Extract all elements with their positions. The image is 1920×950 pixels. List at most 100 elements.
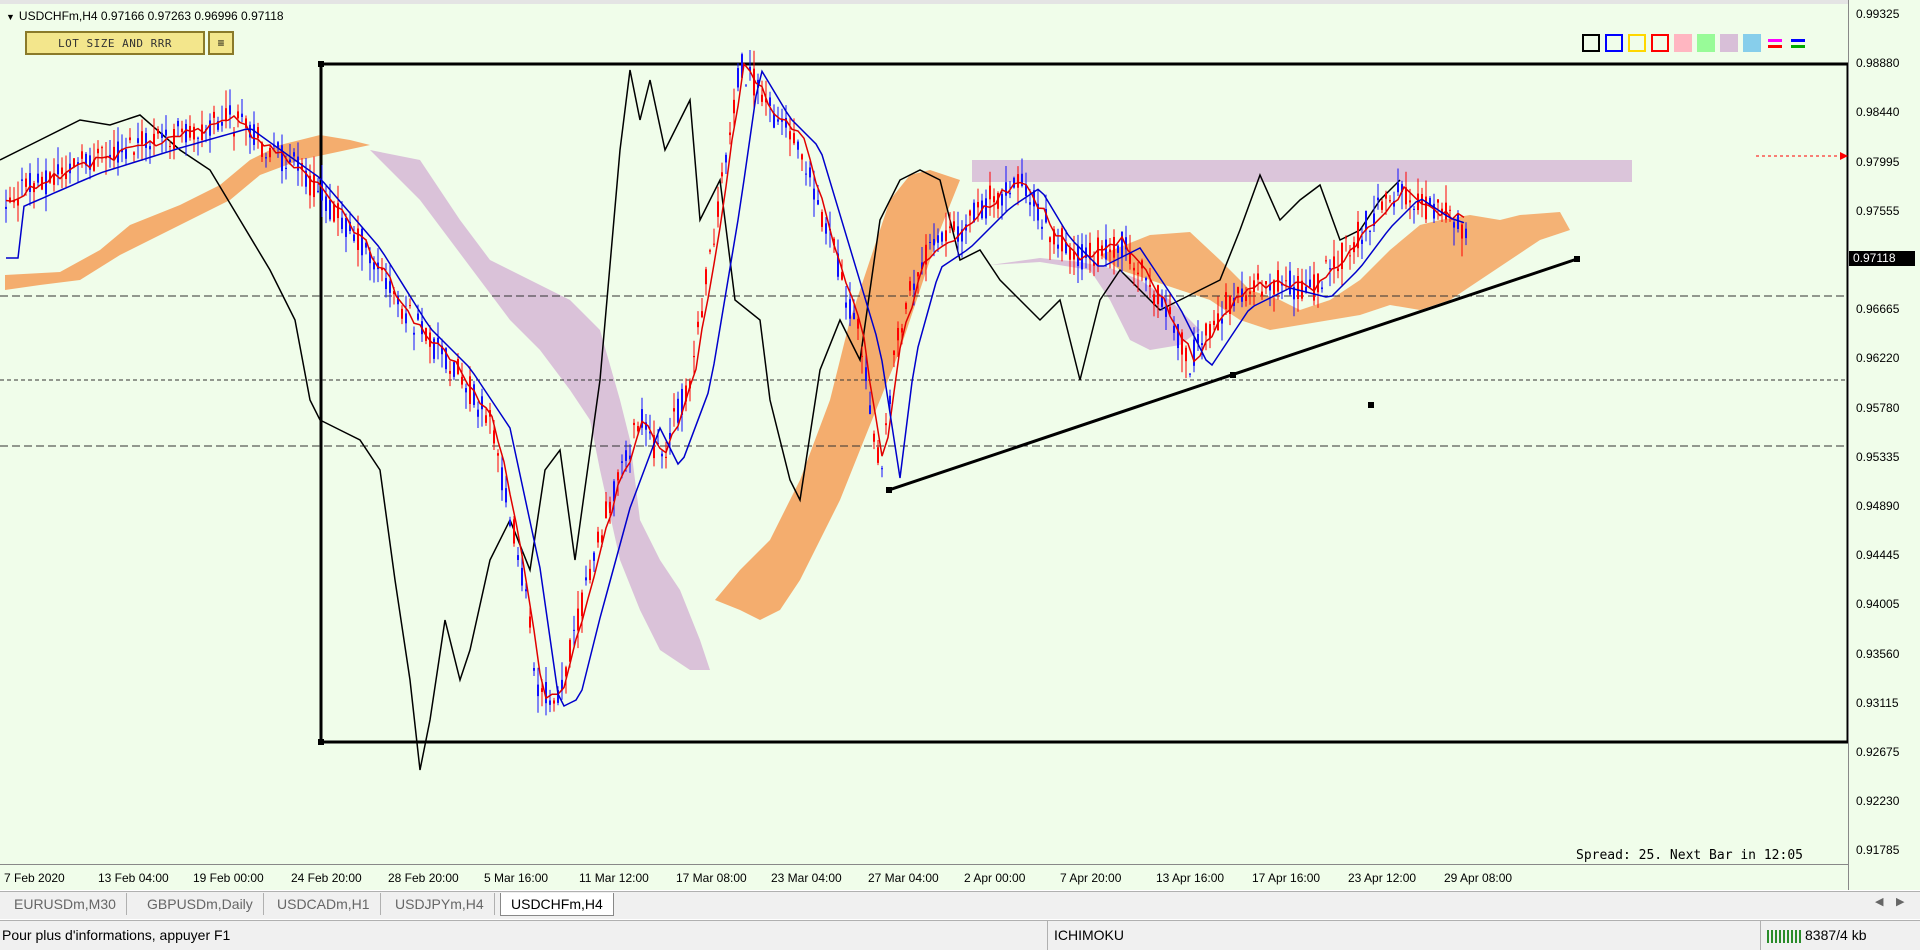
candle-body [885,423,887,426]
candle-body [413,332,415,335]
candle-body [1185,347,1187,362]
time-tick: 23 Mar 04:00 [771,871,842,885]
candle-body [357,228,359,250]
magenta-line-swatch[interactable] [1766,34,1784,52]
candle-body [1029,202,1031,205]
chart-tab[interactable]: USDJPYm,H4 [385,893,495,915]
candle-body [325,196,327,211]
chart-tab[interactable]: USDCADm,H1 [267,893,381,915]
candle-body [869,405,871,415]
candle-body [865,367,867,381]
candle-body [1409,200,1411,203]
candle-body [1149,284,1151,287]
price-tick: 0.97555 [1856,203,1900,218]
settings-icon[interactable]: ≡ [208,31,234,55]
price-tick: 0.95335 [1856,449,1900,464]
candle-body [937,235,939,243]
candle-body [333,204,335,222]
price-chart[interactable] [0,0,1848,864]
object-palette [1582,34,1807,52]
candle-body [453,362,455,377]
candle-body [409,305,411,307]
candle-body [513,519,515,544]
candle-body [729,132,731,136]
candle-body [1257,273,1259,280]
candle-body [433,338,435,359]
pink-box-swatch[interactable] [1674,34,1692,52]
candle-body [1245,295,1247,302]
candle-body [1397,182,1399,193]
red-box-swatch[interactable] [1651,34,1669,52]
thistle-box-swatch[interactable] [1720,34,1738,52]
candle-body [385,277,387,290]
time-tick: 2 Apr 00:00 [964,871,1026,885]
candle-body [253,124,255,145]
candle-body [1205,323,1207,336]
candle-body [1109,249,1111,253]
black-box-swatch[interactable] [1582,34,1600,52]
candle-body [609,501,611,514]
candle-body [225,108,227,122]
candle-body [125,149,127,159]
candle-body [1005,182,1007,196]
candle-body [1253,280,1255,292]
candle-body [853,312,855,320]
green-box-swatch[interactable] [1697,34,1715,52]
status-help-text: Pour plus d'informations, appuyer F1 [2,927,231,943]
candle-body [61,167,63,174]
candle-body [917,272,919,277]
yellow-box-swatch[interactable] [1628,34,1646,52]
candle-body [1137,272,1139,275]
candle-body [1209,324,1211,339]
candle-body [1449,209,1451,211]
candle-body [953,221,955,231]
candle-body [1189,373,1191,375]
candle-body [1057,244,1059,249]
candle-body [29,173,31,192]
candle-body [877,447,879,463]
candle-body [173,129,175,150]
candle-body [697,321,699,328]
chart-tab[interactable]: USDCHFm,H4 [500,893,614,916]
candle-body [901,328,903,333]
status-profile[interactable]: ICHIMOKU [1047,921,1124,950]
candle-body [241,113,243,117]
tab-scroll-left-icon[interactable]: ◀ [1875,895,1883,908]
candle-body [1049,237,1051,243]
candle-body [1001,194,1003,206]
candle-body [1289,270,1291,295]
candle-body [1349,255,1351,257]
price-tick: 0.96220 [1856,351,1900,366]
candle-body [693,355,695,358]
candle-body [25,178,27,187]
candle-body [473,384,475,405]
chart-tab[interactable]: GBPUSDm,Daily [137,893,264,915]
chart-tab[interactable]: EURUSDm,M30 [4,893,127,915]
candle-body [193,126,195,140]
candle-body [905,303,907,310]
candle-body [677,398,679,423]
candle-body [157,129,159,134]
tab-scroll-right-icon[interactable]: ▶ [1896,895,1904,908]
price-tick: 0.97995 [1856,154,1900,169]
current-price-label: 0.97118 [1849,251,1915,266]
price-tick: 0.98880 [1856,56,1900,71]
candle-body [957,226,959,242]
candle-body [1013,177,1015,188]
sky-box-swatch[interactable] [1743,34,1761,52]
candle-body [661,453,663,457]
candle-body [1061,228,1063,252]
candle-body [1105,239,1107,260]
collapse-triangle-icon[interactable]: ▼ [6,12,15,22]
blue-box-swatch[interactable] [1605,34,1623,52]
candle-body [469,376,471,405]
blue-green-line-swatch[interactable] [1789,34,1807,52]
candle-body [801,154,803,160]
lot-size-rrr-button[interactable]: LOT SIZE AND RRR [25,31,205,55]
candle-body [1361,239,1363,244]
candle-body [161,132,163,138]
candle-body [149,146,151,150]
candle-body [537,684,539,697]
candle-body [1465,228,1467,239]
candle-body [509,519,511,526]
